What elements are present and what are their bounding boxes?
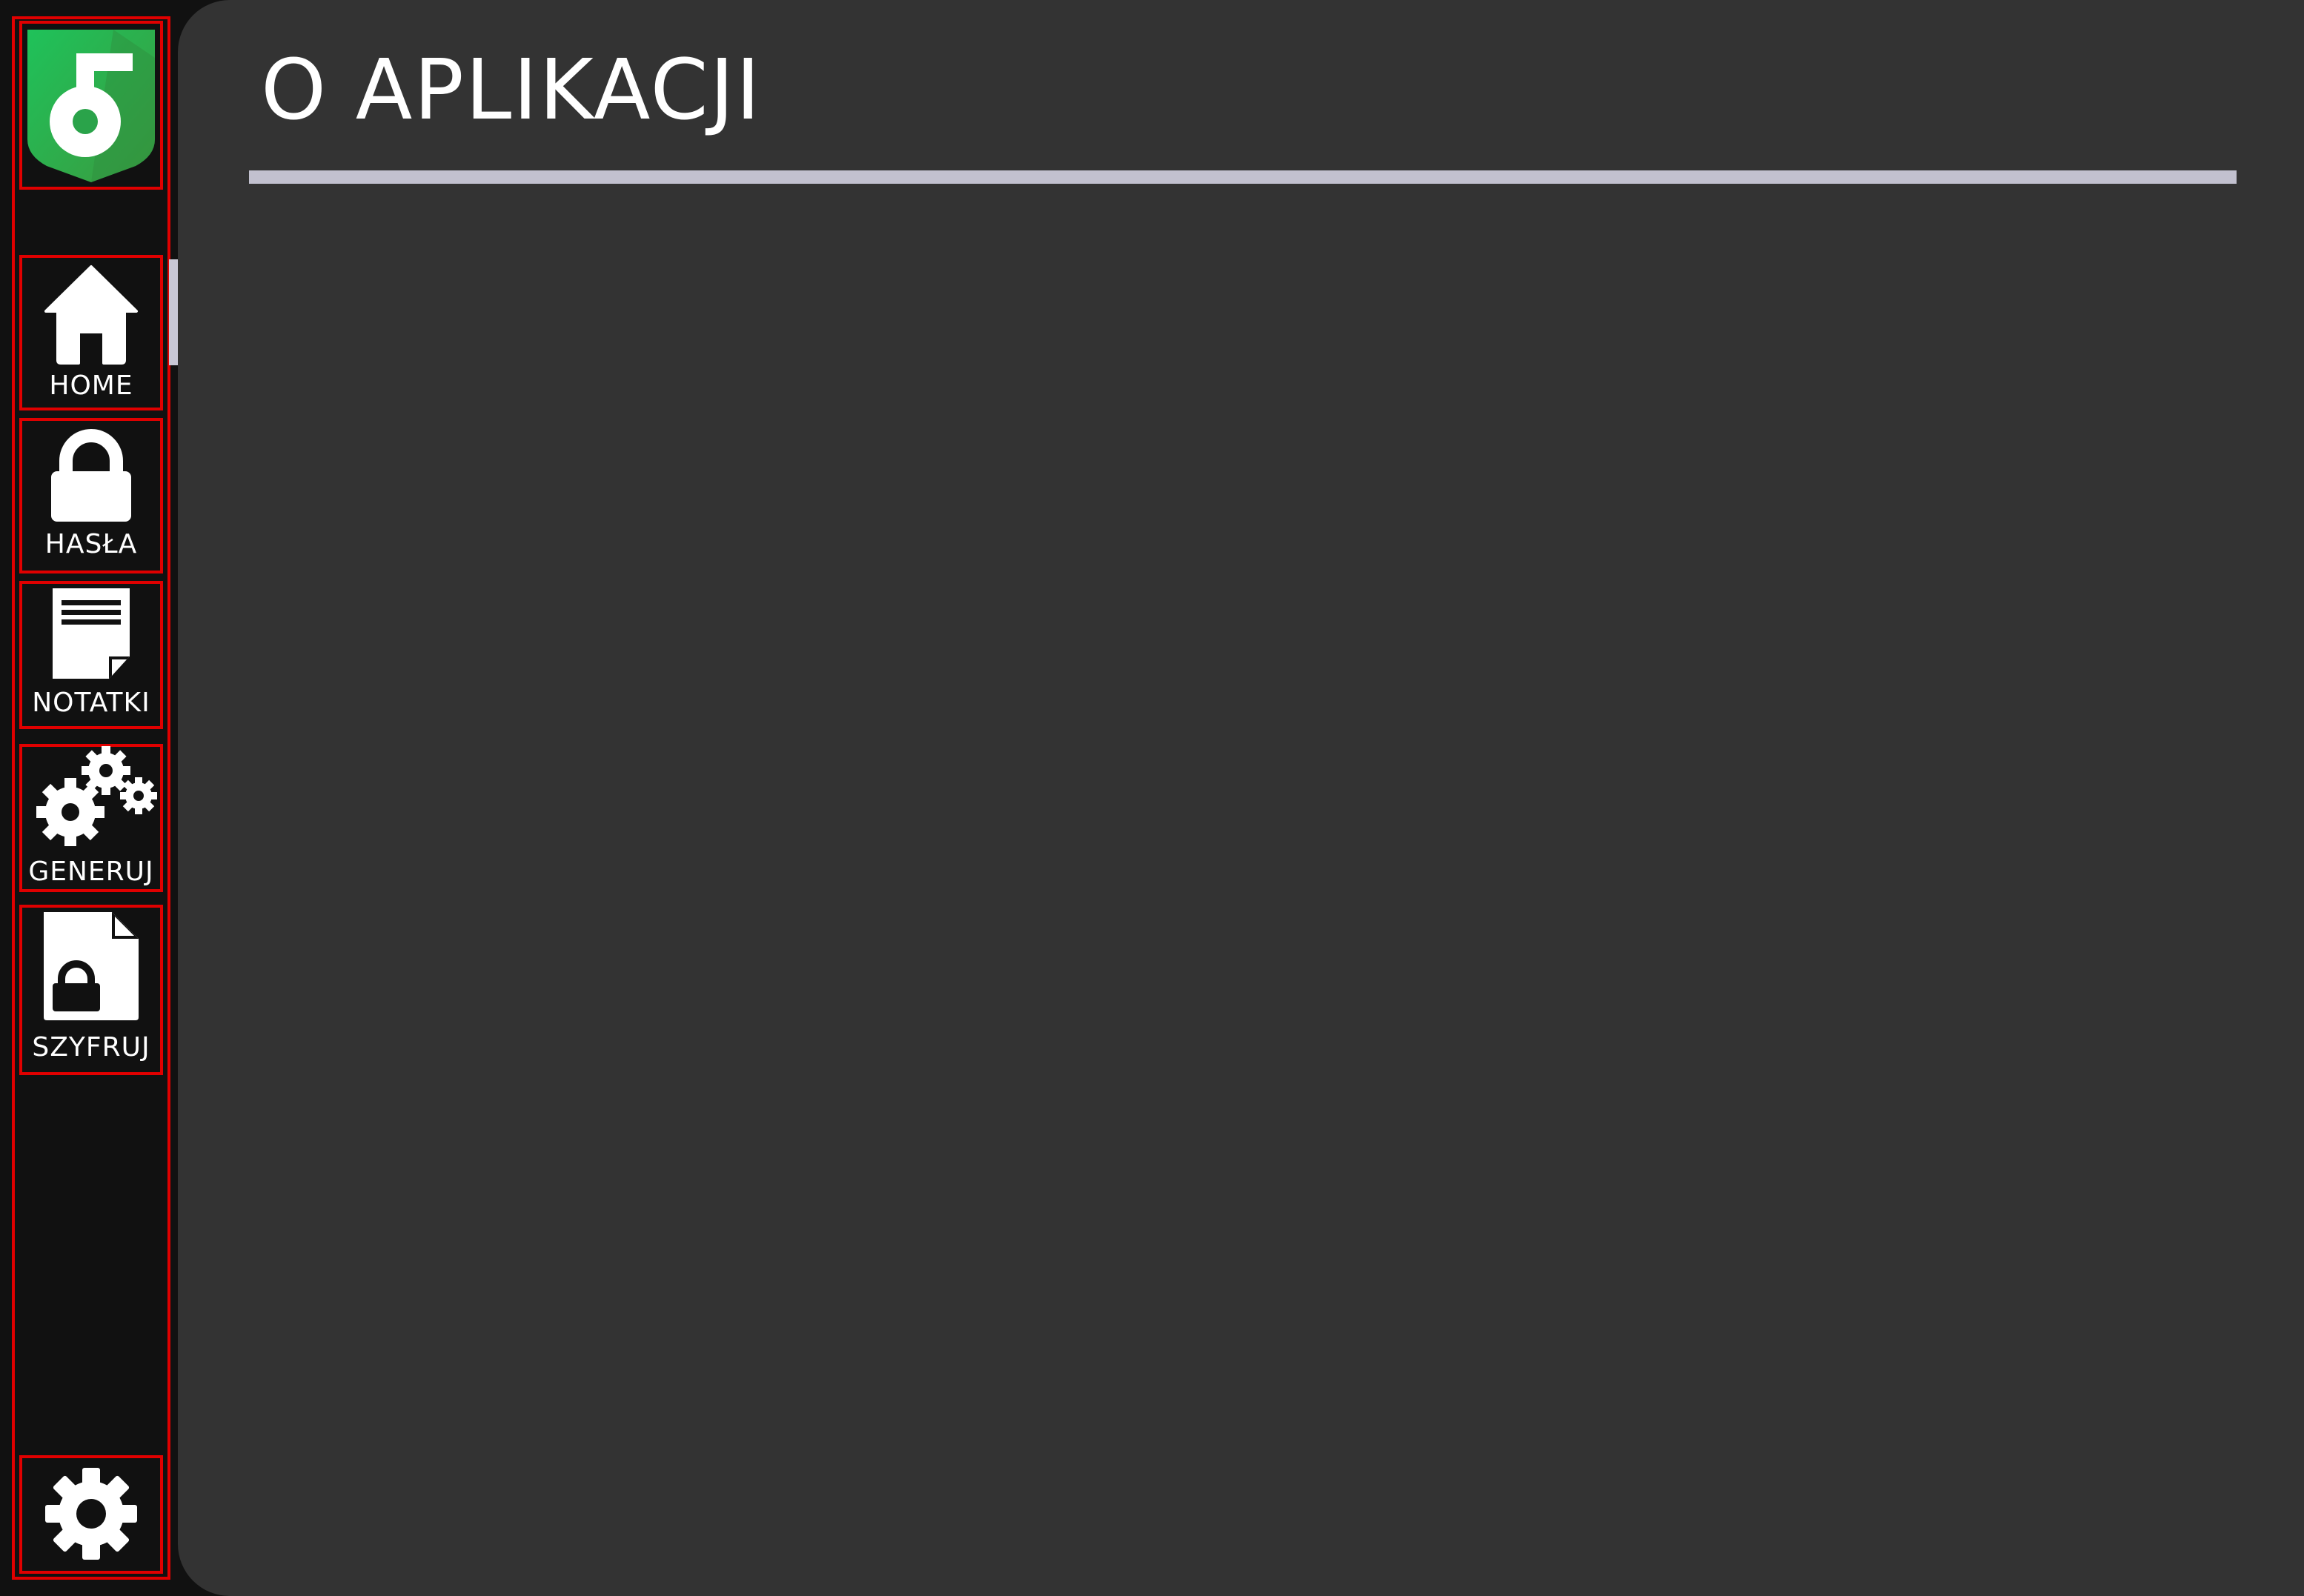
- title-divider: [249, 170, 2237, 184]
- nav-hasla[interactable]: HASŁA: [19, 418, 163, 573]
- nav-hasla-label: HASŁA: [44, 529, 138, 559]
- gear-icon: [45, 1468, 137, 1560]
- note-icon: [53, 588, 130, 679]
- nav-notatki[interactable]: NOTATKI: [19, 581, 163, 729]
- main-content: O APLIKACJI: [178, 0, 2304, 1596]
- key-shield-icon: [27, 30, 155, 182]
- nav-home-label: HOME: [49, 370, 133, 401]
- app-window: HOME HASŁA NOTATKI GENERUJ SZYFRUJ O APL…: [0, 0, 2304, 1596]
- nav-szyfruj[interactable]: SZYFRUJ: [19, 905, 163, 1075]
- nav-notatki-label: NOTATKI: [32, 688, 150, 718]
- settings-button[interactable]: [19, 1455, 163, 1574]
- page-title: O APLIKACJI: [261, 42, 762, 139]
- sidebar: HOME HASŁA NOTATKI GENERUJ SZYFRUJ: [12, 16, 170, 1580]
- encrypted-file-icon: [44, 912, 139, 1020]
- nav-generuj-label: GENERUJ: [28, 857, 154, 887]
- nav-home[interactable]: HOME: [19, 255, 163, 410]
- app-logo: [19, 21, 163, 190]
- lock-icon: [51, 429, 131, 522]
- nav-generuj[interactable]: GENERUJ: [19, 744, 163, 892]
- nav-szyfruj-label: SZYFRUJ: [32, 1032, 150, 1063]
- home-icon: [44, 265, 138, 365]
- gears-icon: [36, 746, 157, 846]
